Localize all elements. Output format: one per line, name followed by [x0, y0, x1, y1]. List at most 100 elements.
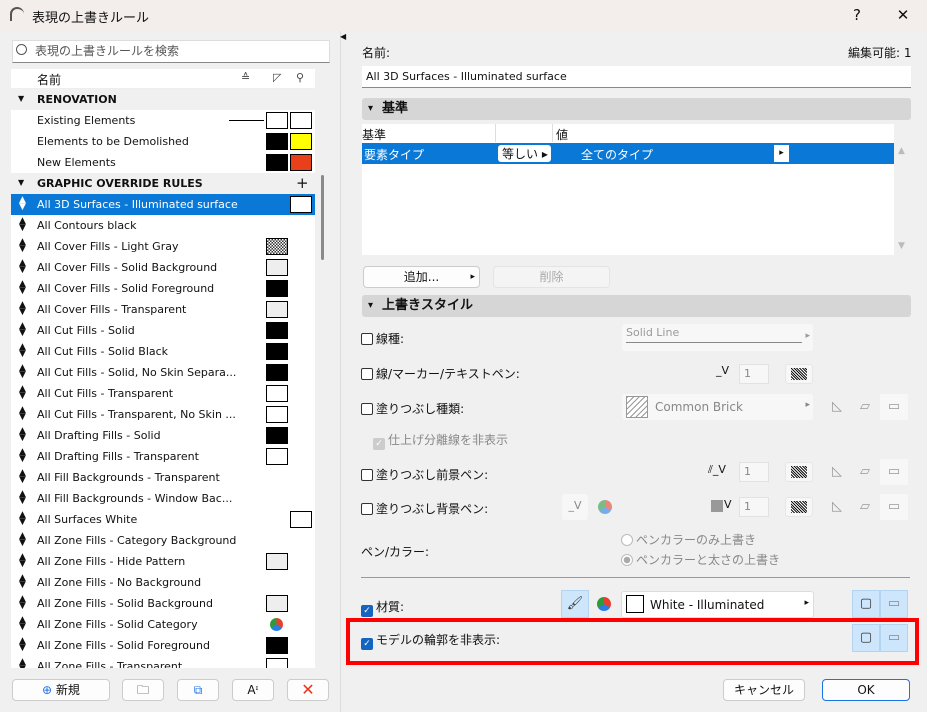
criteria-row[interactable]: 要素タイプ 等しい ▸ 全てのタイプ ▸	[362, 143, 894, 164]
ok-button[interactable]: OK	[822, 679, 910, 701]
list-item[interactable]: ▲ ▼ All Cut Fills - Transparent	[11, 383, 315, 404]
cancel-button[interactable]: キャンセル	[723, 679, 805, 701]
list-item[interactable]: ▲ ▼ All Fill Backgrounds - Window Bac...	[11, 488, 315, 509]
drag-handle-icon[interactable]: ▲▼	[19, 658, 26, 669]
radio-pen-color-only[interactable]: ペンカラーのみ上書き	[621, 531, 756, 548]
collapse-icon[interactable]: ▼	[18, 94, 24, 103]
list-item[interactable]: ▲ ▼ All Zone Fills - Solid Background	[11, 593, 315, 614]
line-type-checkbox[interactable]: 線種:	[361, 330, 404, 347]
line-pen-checkbox[interactable]: 線/マーカー/テキストペン:	[361, 365, 520, 382]
color-wheel-icon[interactable]	[598, 500, 612, 514]
color-wheel-icon[interactable]	[597, 597, 611, 611]
hide-model-contours-checkbox[interactable]: ✓ モデルの輪郭を非表示:	[361, 631, 500, 650]
delete-button[interactable]: ✕	[287, 679, 329, 701]
help-button[interactable]: ?	[842, 4, 872, 26]
list-item[interactable]: ▲ ▼ All Cut Fills - Solid Black	[11, 341, 315, 362]
drag-handle-icon[interactable]: ▲▼	[19, 616, 26, 632]
line-type-dropdown[interactable]: Solid Line ▸	[622, 324, 813, 351]
drag-handle-icon[interactable]: ▲▼	[19, 406, 26, 422]
drag-handle-icon[interactable]: ▲▼	[19, 448, 26, 464]
list-item[interactable]: ▲ ▼ All Fill Backgrounds - Transparent	[11, 467, 315, 488]
list-item[interactable]: ▲ ▼ All Cut Fills - Transparent, No Skin .…	[11, 404, 315, 425]
drag-handle-icon[interactable]: ▲▼	[19, 196, 26, 212]
add-rule-icon[interactable]: +	[296, 174, 309, 192]
drag-handle-icon[interactable]: ▲▼	[19, 637, 26, 653]
drag-handle-icon[interactable]: ▲▼	[19, 490, 26, 506]
list-item[interactable]: ▲ ▼ All Contours black	[11, 215, 315, 236]
drag-handle-icon[interactable]: ▲▼	[19, 553, 26, 569]
list-item[interactable]: ▲▼ All Zone Fills - Transparent	[11, 656, 315, 668]
fill-type-dropdown[interactable]: Common Brick ▸	[622, 394, 813, 420]
drafting-fill-icon[interactable]: ▭	[880, 459, 908, 485]
line-pen-color-icon[interactable]	[785, 364, 813, 384]
drag-handle-icon[interactable]: ▲▼	[19, 427, 26, 443]
list-item[interactable]: ▲ ▼ All Cover Fills - Solid Background	[11, 257, 315, 278]
drag-handle-icon[interactable]: ▲▼	[19, 574, 26, 590]
list-item[interactable]: ▲ ▼ All Drafting Fills - Solid	[11, 425, 315, 446]
list-item[interactable]: ▲ ▼ All Zone Fills - Hide Pattern	[11, 551, 315, 572]
list-item[interactable]: New Elements	[11, 152, 315, 173]
drag-handle-icon[interactable]: ▲▼	[19, 511, 26, 527]
collapse-arrow-icon[interactable]: ◀	[340, 32, 346, 41]
drag-handle-icon[interactable]: ▲▼	[19, 364, 26, 380]
list-item[interactable]: ▲ ▼ All Cover Fills - Light Gray	[11, 236, 315, 257]
list-scrollbar[interactable]	[321, 175, 324, 260]
panel-splitter[interactable]	[340, 31, 341, 712]
add-criterion-button[interactable]: 追加... ▸	[363, 266, 480, 288]
cover-fill-icon[interactable]: ▱	[851, 394, 879, 420]
list-item[interactable]: Elements to be Demolished	[11, 131, 315, 152]
drag-handle-icon[interactable]: ▲▼	[19, 469, 26, 485]
cut-fill-icon[interactable]: ◺	[823, 459, 851, 485]
collapse-icon[interactable]: ▼	[18, 178, 24, 187]
fill-column-icon[interactable]: ◸	[273, 71, 281, 84]
new-folder-button[interactable]: 🗀	[122, 679, 164, 701]
drag-handle-icon[interactable]: ▲▼	[19, 259, 26, 275]
drag-handle-icon[interactable]: ▲▼	[19, 343, 26, 359]
model-surface-brush-icon[interactable]: ▢	[852, 590, 880, 618]
override-style-section-header[interactable]: 上書きスタイル	[362, 295, 911, 317]
hide-contour-3d-icon[interactable]: ▢	[852, 624, 880, 652]
value-dropdown-arrow[interactable]: ▸	[774, 145, 789, 162]
list-item[interactable]: ▲ ▼ All Zone Fills - Solid Category	[11, 614, 315, 635]
drag-handle-icon[interactable]: ▲▼	[19, 280, 26, 296]
list-item[interactable]: ▲ ▼ All Cover Fills - Solid Foreground	[11, 278, 315, 299]
close-button[interactable]: ✕	[888, 4, 918, 26]
material-checkbox[interactable]: ✓ 材質:	[361, 598, 404, 617]
group-renovation[interactable]: ▼ RENOVATION	[11, 89, 315, 110]
drafting-fill-icon[interactable]: ▭	[880, 394, 908, 420]
list-item[interactable]: ▲ ▼ All Surfaces White	[11, 509, 315, 530]
group-rules[interactable]: ▼ GRAPHIC OVERRIDE RULES +	[11, 173, 315, 194]
scroll-down-arrow[interactable]: ▼	[898, 241, 905, 251]
list-item[interactable]: ▲ ▼ All Cut Fills - Solid, No Skin Separa.…	[11, 362, 315, 383]
fill-bg-color-icon[interactable]	[785, 497, 813, 517]
list-item[interactable]: ▲ ▼ All 3D Surfaces - Illuminated surface	[11, 194, 315, 215]
line-column-icon[interactable]: ≙	[241, 71, 250, 84]
material-column-icon[interactable]: ⚲	[296, 71, 304, 84]
fill-fg-pen-checkbox[interactable]: 塗りつぶし前景ペン:	[361, 466, 488, 483]
delete-criterion-button[interactable]: 削除	[493, 266, 610, 288]
list-item[interactable]: ▲ ▼ All Zone Fills - No Background	[11, 572, 315, 593]
fill-fg-pen-number[interactable]: 1	[739, 462, 769, 482]
drag-handle-icon[interactable]: ▲▼	[19, 217, 26, 233]
material-dropdown[interactable]: White - Illuminated ▸	[621, 591, 814, 618]
drafting-fill-icon[interactable]: ▭	[880, 494, 908, 520]
fill-fg-color-icon[interactable]	[785, 462, 813, 482]
fill-bg-pen-number[interactable]: 1	[739, 497, 769, 517]
cut-fill-icon[interactable]: ◺	[823, 394, 851, 420]
cover-fill-icon[interactable]: ▱	[851, 494, 879, 520]
name-input[interactable]: All 3D Surfaces - Illuminated surface	[362, 66, 911, 88]
list-item[interactable]: ▲ ▼ All Zone Fills - Category Background	[11, 530, 315, 551]
list-item[interactable]: ▲ ▼ All Cover Fills - Transparent	[11, 299, 315, 320]
list-item[interactable]: Existing Elements	[11, 110, 315, 131]
brush-icon[interactable]: 🖌	[561, 590, 589, 618]
scroll-up-arrow[interactable]: ▲	[898, 146, 905, 156]
column-name[interactable]: 名前	[37, 71, 61, 88]
section-surface-brush-icon[interactable]: ▭	[880, 590, 908, 618]
drag-handle-icon[interactable]: ▲▼	[19, 595, 26, 611]
drag-handle-icon[interactable]: ▲▼	[19, 301, 26, 317]
fill-type-checkbox[interactable]: 塗りつぶし種類:	[361, 400, 464, 417]
line-pen-number[interactable]: 1	[739, 364, 769, 384]
drag-handle-icon[interactable]: ▲▼	[19, 238, 26, 254]
cover-fill-icon[interactable]: ▱	[851, 459, 879, 485]
duplicate-button[interactable]: ⧉	[177, 679, 219, 701]
